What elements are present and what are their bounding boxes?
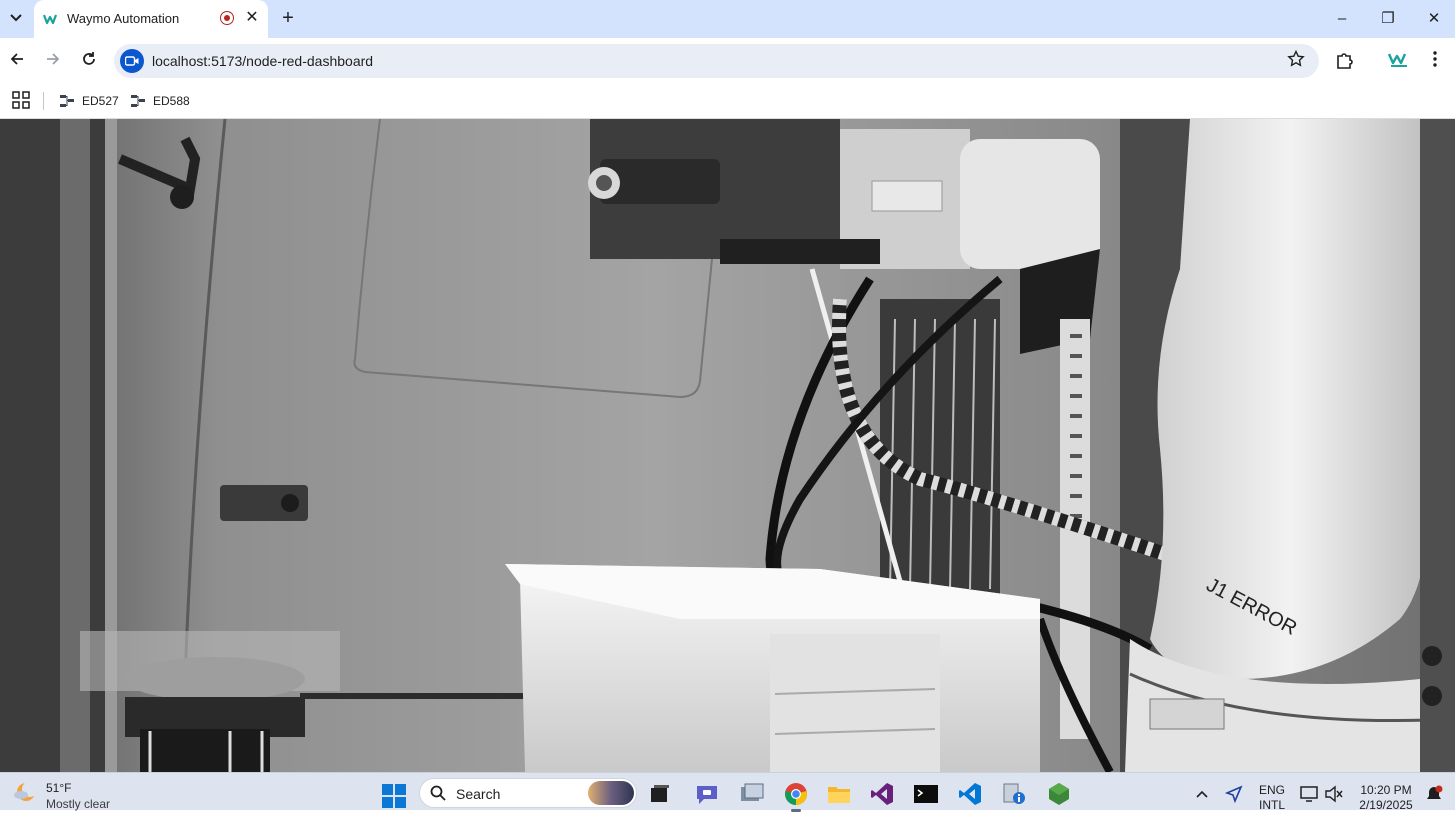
camera-icon [125, 56, 139, 66]
node-red-icon [60, 95, 74, 107]
taskbar-system-info[interactable] [1000, 780, 1028, 808]
hexagon-app-icon [1049, 783, 1069, 805]
clock-time: 10:20 PM [1360, 783, 1412, 797]
taskbar-remote-desktop[interactable] [738, 780, 766, 808]
tab-strip: Waymo Automation ✕ + – ❐ ✕ [0, 0, 1455, 38]
back-button[interactable] [4, 48, 30, 74]
close-window-button[interactable]: ✕ [1421, 6, 1447, 32]
chat-icon [697, 786, 717, 804]
camera-feed-image: J1 ERROR [0, 119, 1455, 772]
node-red-icon [131, 95, 145, 107]
address-bar[interactable]: localhost:5173/node-red-dashboard [114, 44, 1319, 78]
weather-condition[interactable]: Mostly clear [46, 797, 110, 811]
tray-notifications[interactable] [1420, 780, 1448, 808]
camera-feed: J1 ERROR [0, 119, 1455, 772]
folder-icon [828, 787, 850, 803]
arrow-right-icon [47, 53, 60, 65]
language-code: ENG [1258, 783, 1285, 797]
network-icon [1300, 786, 1318, 802]
windows-start-icon[interactable] [382, 784, 406, 808]
tray-location[interactable] [1220, 780, 1248, 808]
weather-temperature[interactable]: 51°F [46, 781, 71, 795]
keyboard-layout: INTL [1258, 798, 1285, 812]
site-info-button[interactable] [120, 49, 144, 73]
location-arrow-icon [1225, 785, 1243, 803]
taskbar-file-explorer[interactable] [825, 780, 853, 808]
taskbar-chrome[interactable] [782, 780, 810, 812]
bookmark-ed588[interactable]: ED588 [131, 90, 190, 112]
vscode-icon [959, 783, 981, 805]
bookmark-label: ED588 [153, 94, 190, 108]
bookmark-separator [43, 92, 44, 110]
clock[interactable]: 10:20 PM 2/19/2025 [1352, 783, 1420, 813]
star-icon [1287, 49, 1305, 67]
bookmarks-bar: ED527 ED588 [0, 84, 1455, 119]
profile-button[interactable] [1387, 50, 1410, 72]
search-highlight-image [588, 781, 634, 805]
kebab-menu-icon [1433, 51, 1437, 67]
search-icon [430, 785, 446, 801]
browser-menu-button[interactable] [1424, 50, 1446, 72]
restore-button[interactable]: ❐ [1375, 6, 1401, 32]
url-text: localhost:5173/node-red-dashboard [152, 53, 374, 69]
minimize-button[interactable]: – [1329, 6, 1355, 32]
tab-title: Waymo Automation [67, 11, 180, 26]
forward-button[interactable] [40, 48, 66, 74]
arrow-left-icon [10, 53, 23, 65]
taskbar-visual-studio[interactable] [868, 780, 896, 808]
active-tab[interactable]: Waymo Automation ✕ [34, 0, 268, 38]
waymo-profile-icon [1387, 53, 1407, 67]
tray-overflow-button[interactable] [1188, 780, 1216, 808]
clock-date: 2/19/2025 [1359, 798, 1413, 812]
input-language[interactable]: ENG INTL [1255, 783, 1289, 813]
browser-toolbar: localhost:5173/node-red-dashboard [0, 38, 1455, 84]
volume-muted-icon [1325, 785, 1343, 803]
reload-button[interactable] [76, 48, 102, 74]
taskbar-node-app[interactable] [1045, 780, 1073, 808]
taskbar-terminal[interactable] [912, 780, 940, 808]
bookmark-label: ED527 [82, 94, 119, 108]
weather-moon-cloud-icon[interactable] [12, 781, 38, 803]
task-view-icon [651, 785, 669, 802]
bookmark-star-button[interactable] [1287, 49, 1305, 73]
taskbar-search[interactable]: Search [419, 778, 637, 808]
taskbar-task-view[interactable] [646, 780, 674, 808]
recording-icon [220, 11, 234, 25]
bookmark-ed527[interactable]: ED527 [60, 90, 119, 112]
notification-bell-icon [1427, 785, 1443, 799]
tray-volume[interactable] [1320, 780, 1348, 808]
search-placeholder: Search [456, 786, 501, 802]
extensions-button[interactable] [1334, 50, 1356, 72]
new-tab-button[interactable]: + [276, 7, 300, 31]
chevron-up-icon [1196, 790, 1208, 798]
taskbar-vscode[interactable] [956, 780, 984, 808]
tab-close-button[interactable]: ✕ [242, 8, 262, 28]
chevron-down-icon [10, 14, 22, 22]
system-info-icon [1003, 783, 1025, 804]
windows-taskbar: 51°F Mostly clear Search ENG INTL 10:20 … [0, 772, 1455, 813]
apps-grid-icon[interactable] [12, 91, 30, 109]
chrome-icon [785, 783, 807, 805]
visual-studio-icon [871, 783, 893, 805]
reload-icon [83, 52, 95, 65]
terminal-icon [914, 785, 938, 803]
tab-list-button[interactable] [4, 6, 28, 30]
remote-desktop-icon [741, 783, 764, 801]
puzzle-icon [1337, 53, 1353, 69]
waymo-logo-icon [43, 14, 58, 25]
taskbar-teams[interactable] [693, 780, 721, 808]
